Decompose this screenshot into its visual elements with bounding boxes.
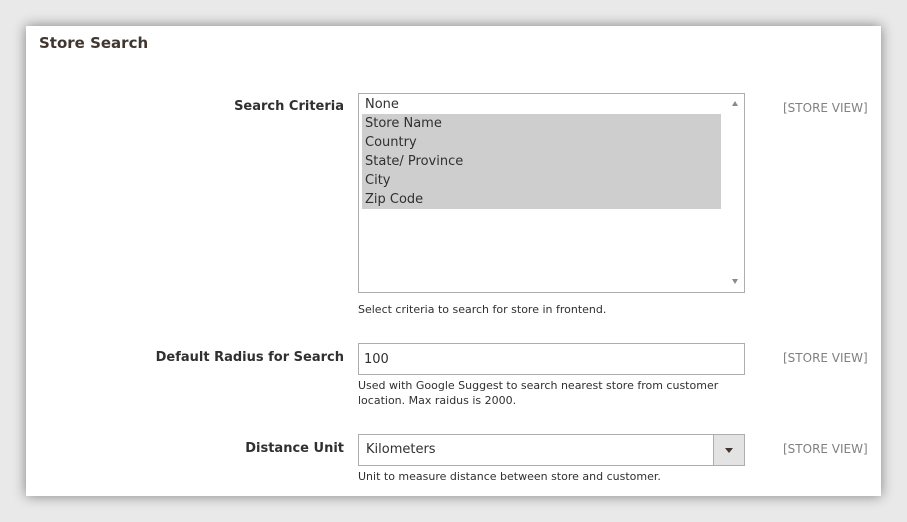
distance-unit-label: Distance Unit xyxy=(245,441,344,456)
option-store-name[interactable]: Store Name xyxy=(362,114,721,133)
option-none[interactable]: None xyxy=(362,95,721,114)
default-radius-note: Used with Google Suggest to search neare… xyxy=(358,379,719,407)
option-state-province[interactable]: State/ Province xyxy=(362,152,721,171)
chevron-down-icon xyxy=(725,448,733,453)
distance-unit-scope: [STORE VIEW] xyxy=(783,442,868,456)
distance-unit-select[interactable]: Kilometers xyxy=(358,434,745,466)
store-search-panel: Store Search Search Criteria None Store … xyxy=(26,26,881,496)
search-criteria-multiselect[interactable]: None Store Name Country State/ Province … xyxy=(358,93,745,293)
option-city[interactable]: City xyxy=(362,171,721,190)
distance-unit-note: Unit to measure distance between store a… xyxy=(358,470,661,483)
select-dropdown-button[interactable] xyxy=(713,435,744,465)
search-criteria-note: Select criteria to search for store in f… xyxy=(358,303,607,316)
multiselect-scrollbar[interactable] xyxy=(727,94,744,292)
search-criteria-scope: [STORE VIEW] xyxy=(783,101,868,115)
scroll-up-arrow-icon[interactable] xyxy=(732,101,738,106)
default-radius-label: Default Radius for Search xyxy=(155,350,344,365)
section-title[interactable]: Store Search xyxy=(39,34,148,52)
search-criteria-label: Search Criteria xyxy=(234,99,344,114)
option-zip-code[interactable]: Zip Code xyxy=(362,190,721,209)
default-radius-input[interactable] xyxy=(358,343,745,375)
option-country[interactable]: Country xyxy=(362,133,721,152)
default-radius-scope: [STORE VIEW] xyxy=(783,351,868,365)
distance-unit-value: Kilometers xyxy=(366,442,436,457)
scroll-down-arrow-icon[interactable] xyxy=(732,279,738,284)
